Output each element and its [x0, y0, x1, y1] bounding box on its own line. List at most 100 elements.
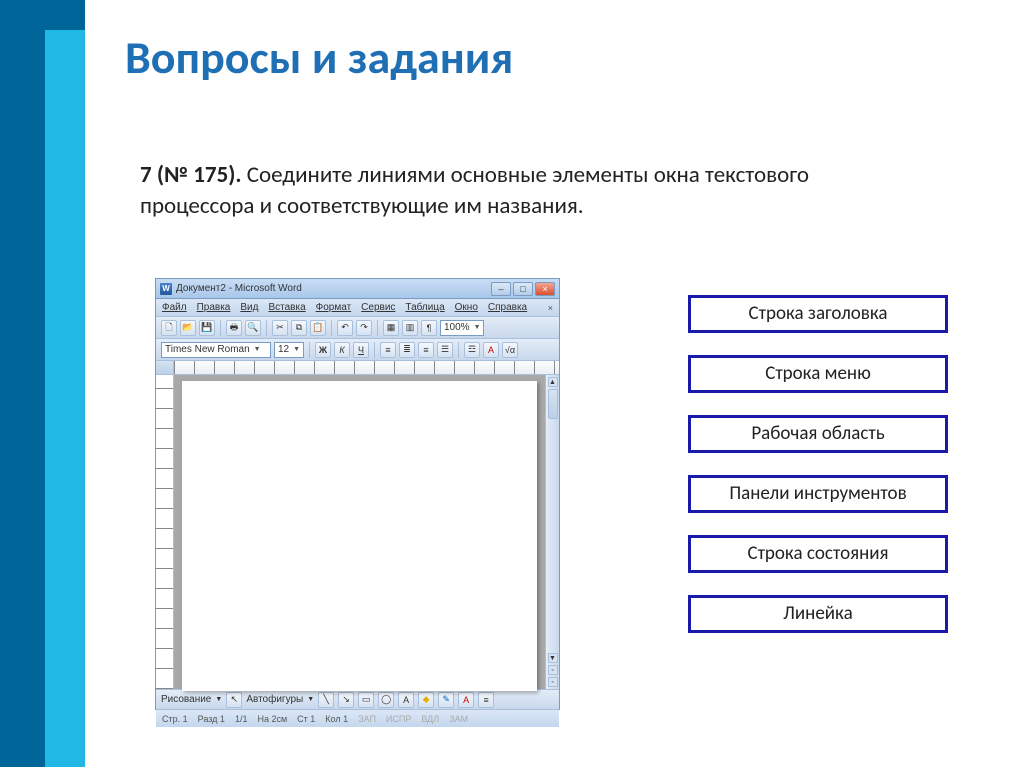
scroll-down-icon[interactable]: ▼	[548, 653, 558, 663]
font-size-select[interactable]: 12▼	[274, 342, 304, 358]
menu-edit[interactable]: Правка	[197, 302, 231, 313]
status-line: Ст 1	[297, 714, 315, 724]
vertical-scrollbar[interactable]: ▲ ▼ ◦ ◦	[545, 375, 559, 689]
line-style-icon[interactable]: ≡	[478, 692, 494, 708]
status-at: На 2см	[257, 714, 287, 724]
status-page: Стр. 1	[162, 714, 188, 724]
formatting-toolbar: Times New Roman▼ 12▼ Ж К Ч ≡ ≣ ≡ ☰ ☲ A √…	[156, 339, 559, 361]
separator	[377, 320, 378, 336]
math-icon[interactable]: √α	[502, 342, 518, 358]
answer-ruler[interactable]: Линейка	[688, 595, 948, 633]
cut-icon[interactable]: ✂	[272, 320, 288, 336]
copy-icon[interactable]: ⧉	[291, 320, 307, 336]
textbox-icon[interactable]: A	[398, 692, 414, 708]
line-icon[interactable]: ╲	[318, 692, 334, 708]
word-icon: W	[160, 283, 172, 295]
question-text: 7 (№ 175). Соедините линиями основные эл…	[140, 160, 840, 222]
menu-format[interactable]: Формат	[316, 302, 352, 313]
undo-icon[interactable]: ↶	[337, 320, 353, 336]
line-color-icon[interactable]: ✎	[438, 692, 454, 708]
separator	[220, 320, 221, 336]
save-icon[interactable]: 💾	[199, 320, 215, 336]
menu-window[interactable]: Окно	[455, 302, 478, 313]
drawing-label[interactable]: Рисование	[161, 694, 211, 705]
open-icon[interactable]: 📂	[180, 320, 196, 336]
menu-help[interactable]: Справка	[488, 302, 527, 313]
horizontal-ruler	[156, 361, 559, 375]
answers-column: Строка заголовка Строка меню Рабочая обл…	[688, 295, 948, 633]
list-icon[interactable]: ☲	[464, 342, 480, 358]
standard-toolbar: 🗋 📂 💾 🖶 🔍 ✂ ⧉ 📋 ↶ ↷ ▦ ▥ ¶ 100%▼	[156, 317, 559, 339]
menu-insert[interactable]: Вставка	[268, 302, 305, 313]
vertical-ruler	[156, 375, 174, 689]
table-icon[interactable]: ▦	[383, 320, 399, 336]
word-window: W Документ2 - Microsoft Word – □ × Файл …	[155, 278, 560, 710]
align-justify-icon[interactable]: ☰	[437, 342, 453, 358]
new-icon[interactable]: 🗋	[161, 320, 177, 336]
status-ext: ВДЛ	[421, 714, 439, 724]
minimize-button[interactable]: –	[491, 282, 511, 296]
answer-workspace[interactable]: Рабочая область	[688, 415, 948, 453]
workspace[interactable]	[174, 375, 545, 689]
status-section: Разд 1	[198, 714, 225, 724]
underline-button[interactable]: Ч	[353, 342, 369, 358]
separator	[266, 320, 267, 336]
redo-icon[interactable]: ↷	[356, 320, 372, 336]
oval-icon[interactable]: ◯	[378, 692, 394, 708]
align-left-icon[interactable]: ≡	[380, 342, 396, 358]
paste-icon[interactable]: 📋	[310, 320, 326, 336]
preview-icon[interactable]: 🔍	[245, 320, 261, 336]
drawing-toolbar: Рисование▼ ↖ Автофигуры▼ ╲ ↘ ▭ ◯ A ◆ ✎ A…	[156, 689, 559, 709]
scroll-thumb[interactable]	[548, 389, 558, 419]
status-ovr: ЗАМ	[449, 714, 468, 724]
menu-file[interactable]: Файл	[162, 302, 187, 313]
maximize-button[interactable]: □	[513, 282, 533, 296]
menu-view[interactable]: Вид	[240, 302, 258, 313]
side-stripe-light	[45, 30, 85, 767]
answer-toolbars[interactable]: Панели инструментов	[688, 475, 948, 513]
answer-menubar[interactable]: Строка меню	[688, 355, 948, 393]
status-pages: 1/1	[235, 714, 248, 724]
answer-titlebar[interactable]: Строка заголовка	[688, 295, 948, 333]
menu-tools[interactable]: Сервис	[361, 302, 395, 313]
doc-close-icon[interactable]: ×	[548, 303, 553, 313]
print-icon[interactable]: 🖶	[226, 320, 242, 336]
separator	[458, 342, 459, 358]
ruler-ticks	[174, 361, 559, 374]
menu-bar: Файл Правка Вид Вставка Формат Сервис Та…	[156, 299, 559, 317]
bold-button[interactable]: Ж	[315, 342, 331, 358]
question-number: 7 (№ 175).	[140, 161, 242, 189]
status-rec: ЗАП	[358, 714, 376, 724]
menu-table[interactable]: Таблица	[405, 302, 444, 313]
separator	[309, 342, 310, 358]
ruler-corner	[156, 361, 174, 374]
status-col: Кол 1	[325, 714, 348, 724]
prev-page-icon[interactable]: ◦	[548, 665, 558, 675]
font-name-select[interactable]: Times New Roman▼	[161, 342, 271, 358]
status-bar: Стр. 1 Разд 1 1/1 На 2см Ст 1 Кол 1 ЗАП …	[156, 709, 559, 727]
close-button[interactable]: ×	[535, 282, 555, 296]
pointer-icon[interactable]: ↖	[226, 692, 242, 708]
scroll-up-icon[interactable]: ▲	[548, 377, 558, 387]
system-buttons: – □ ×	[491, 282, 555, 296]
columns-icon[interactable]: ▥	[402, 320, 418, 336]
fontcolor2-icon[interactable]: A	[458, 692, 474, 708]
fill-color-icon[interactable]: ◆	[418, 692, 434, 708]
page-title: Вопросы и задания	[125, 30, 513, 86]
next-page-icon[interactable]: ◦	[548, 677, 558, 687]
pilcrow-icon[interactable]: ¶	[421, 320, 437, 336]
font-color-icon[interactable]: A	[483, 342, 499, 358]
rect-icon[interactable]: ▭	[358, 692, 374, 708]
separator	[331, 320, 332, 336]
document-area: ▲ ▼ ◦ ◦	[156, 375, 559, 689]
arrow-icon[interactable]: ↘	[338, 692, 354, 708]
align-center-icon[interactable]: ≣	[399, 342, 415, 358]
answer-statusbar[interactable]: Строка состояния	[688, 535, 948, 573]
italic-button[interactable]: К	[334, 342, 350, 358]
align-right-icon[interactable]: ≡	[418, 342, 434, 358]
autoshapes-label[interactable]: Автофигуры	[246, 694, 303, 705]
zoom-select[interactable]: 100%▼	[440, 320, 484, 336]
window-title: Документ2 - Microsoft Word	[176, 283, 487, 294]
page-sheet	[182, 381, 537, 691]
titlebar: W Документ2 - Microsoft Word – □ ×	[156, 279, 559, 299]
